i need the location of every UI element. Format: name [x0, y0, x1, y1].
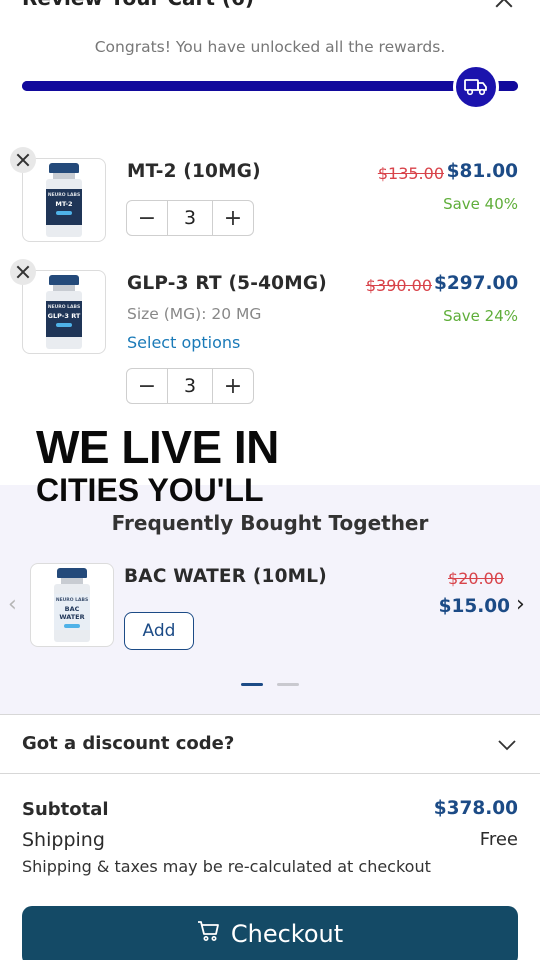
old-price: $390.00 — [365, 276, 432, 295]
product-image-mt2[interactable]: NEURO LABS MT-2 — [22, 158, 106, 242]
subtotal-label: Subtotal — [22, 799, 109, 820]
shipping-value: Free — [479, 829, 518, 850]
variant-text: Size (MG): 20 MG — [127, 305, 262, 323]
fbt-new-price: $15.00 — [438, 596, 510, 617]
vial-brand: NEURO LABS — [55, 598, 89, 603]
select-options-link[interactable]: Select options — [127, 333, 240, 352]
new-price: $297.00 — [434, 273, 519, 294]
overlay-text-line-1: WE LIVE IN — [36, 421, 279, 473]
increase-quantity-button[interactable]: + — [213, 369, 253, 403]
fbt-old-price: $20.00 — [448, 569, 504, 588]
rewards-progress-fill — [22, 81, 518, 91]
new-price: $81.00 — [446, 161, 518, 182]
fbt-item-name: BAC WATER (10ML) — [124, 566, 327, 587]
divider — [0, 714, 540, 715]
savings-text: Save 24% — [443, 307, 518, 325]
product-image-glp3[interactable]: NEURO LABS GLP-3 RT — [22, 270, 106, 354]
carousel-dot[interactable] — [277, 683, 299, 686]
vial-image: NEURO LABS BAC WATER — [53, 568, 91, 642]
product-image-bac-water[interactable]: NEURO LABS BAC WATER — [30, 563, 114, 647]
remove-item-button[interactable] — [10, 147, 36, 173]
subtotal-value: $378.00 — [433, 798, 518, 819]
quantity-value[interactable]: 3 — [167, 201, 213, 235]
chevron-down-icon[interactable] — [498, 736, 516, 754]
vial-label: BAC WATER — [59, 605, 85, 622]
vial-image: NEURO LABS MT-2 — [45, 163, 83, 237]
quantity-stepper: − 3 + — [126, 200, 254, 236]
checkout-label: Checkout — [230, 920, 344, 948]
rewards-message: Congrats! You have unlocked all the rewa… — [94, 38, 446, 56]
savings-text: Save 40% — [443, 195, 518, 213]
cart-title: Review Your Cart (6) — [22, 0, 254, 10]
close-icon[interactable] — [492, 0, 516, 12]
checkout-button[interactable]: Checkout — [22, 906, 518, 960]
carousel-next-arrow-icon[interactable]: › — [516, 592, 525, 617]
vial-brand: NEURO LABS — [47, 305, 81, 310]
vial-label: GLP-3 RT — [47, 312, 81, 321]
vial-image: NEURO LABS GLP-3 RT — [45, 275, 83, 349]
item-name: GLP-3 RT (5-40MG) — [127, 273, 327, 294]
carousel-dot-active[interactable] — [241, 683, 263, 686]
shipping-label: Shipping — [22, 829, 105, 851]
overlay-text-line-2: CITIES YOU'LL — [36, 472, 264, 508]
truck-icon — [453, 64, 499, 110]
decrease-quantity-button[interactable]: − — [127, 201, 167, 235]
remove-item-button[interactable] — [10, 259, 36, 285]
discount-code-toggle[interactable]: Got a discount code? — [22, 733, 234, 754]
increase-quantity-button[interactable]: + — [213, 201, 253, 235]
cart-icon — [197, 920, 221, 948]
fbt-title: Frequently Bought Together — [111, 511, 429, 535]
vial-brand: NEURO LABS — [47, 193, 81, 198]
quantity-stepper: − 3 + — [126, 368, 254, 404]
item-name: MT-2 (10MG) — [127, 161, 261, 182]
quantity-value[interactable]: 3 — [167, 369, 213, 403]
decrease-quantity-button[interactable]: − — [127, 369, 167, 403]
carousel-prev-arrow-icon[interactable]: ‹ — [8, 592, 17, 617]
add-to-cart-button[interactable]: Add — [124, 612, 194, 650]
divider — [0, 773, 540, 774]
vial-label: MT-2 — [55, 200, 73, 209]
shipping-note: Shipping & taxes may be re-calculated at… — [22, 857, 431, 876]
old-price: $135.00 — [377, 164, 444, 183]
